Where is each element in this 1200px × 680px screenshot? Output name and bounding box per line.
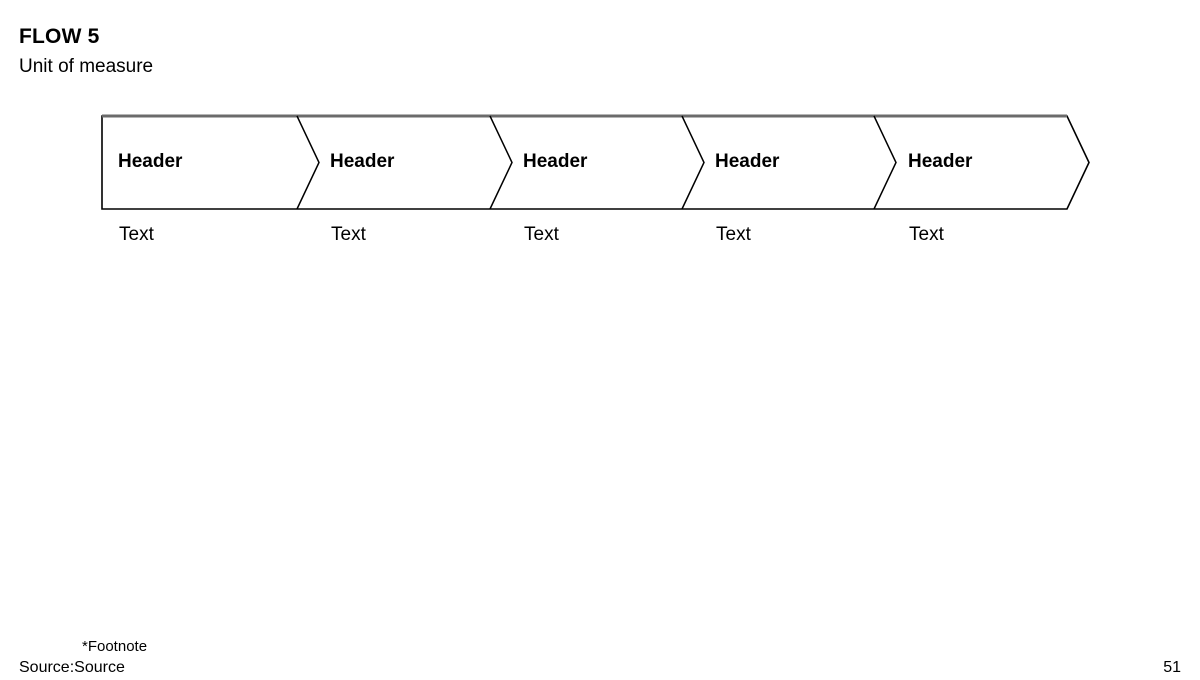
flow-stage-2-header: Header xyxy=(330,151,395,172)
flow-stage-1-text: Text xyxy=(119,224,154,245)
flow-stage-3-text: Text xyxy=(524,224,559,245)
flow-stage-5-header: Header xyxy=(908,151,973,172)
flow-stage-4-header: Header xyxy=(715,151,780,172)
flow-stage-3-header: Header xyxy=(523,151,588,172)
slide: FLOW 5 Unit of measure Header Header Hea… xyxy=(0,0,1200,680)
flow-stage-4-text: Text xyxy=(716,224,751,245)
flow-stage-5-text: Text xyxy=(909,224,944,245)
flow-stage-1-header: Header xyxy=(118,151,183,172)
flow-stage-2-text: Text xyxy=(331,224,366,245)
source-line: Source:Source xyxy=(19,659,125,676)
page-subtitle: Unit of measure xyxy=(19,56,154,77)
page-number: 51 xyxy=(1163,659,1181,676)
footnote: *Footnote xyxy=(82,638,148,655)
page-title: FLOW 5 xyxy=(19,25,100,48)
